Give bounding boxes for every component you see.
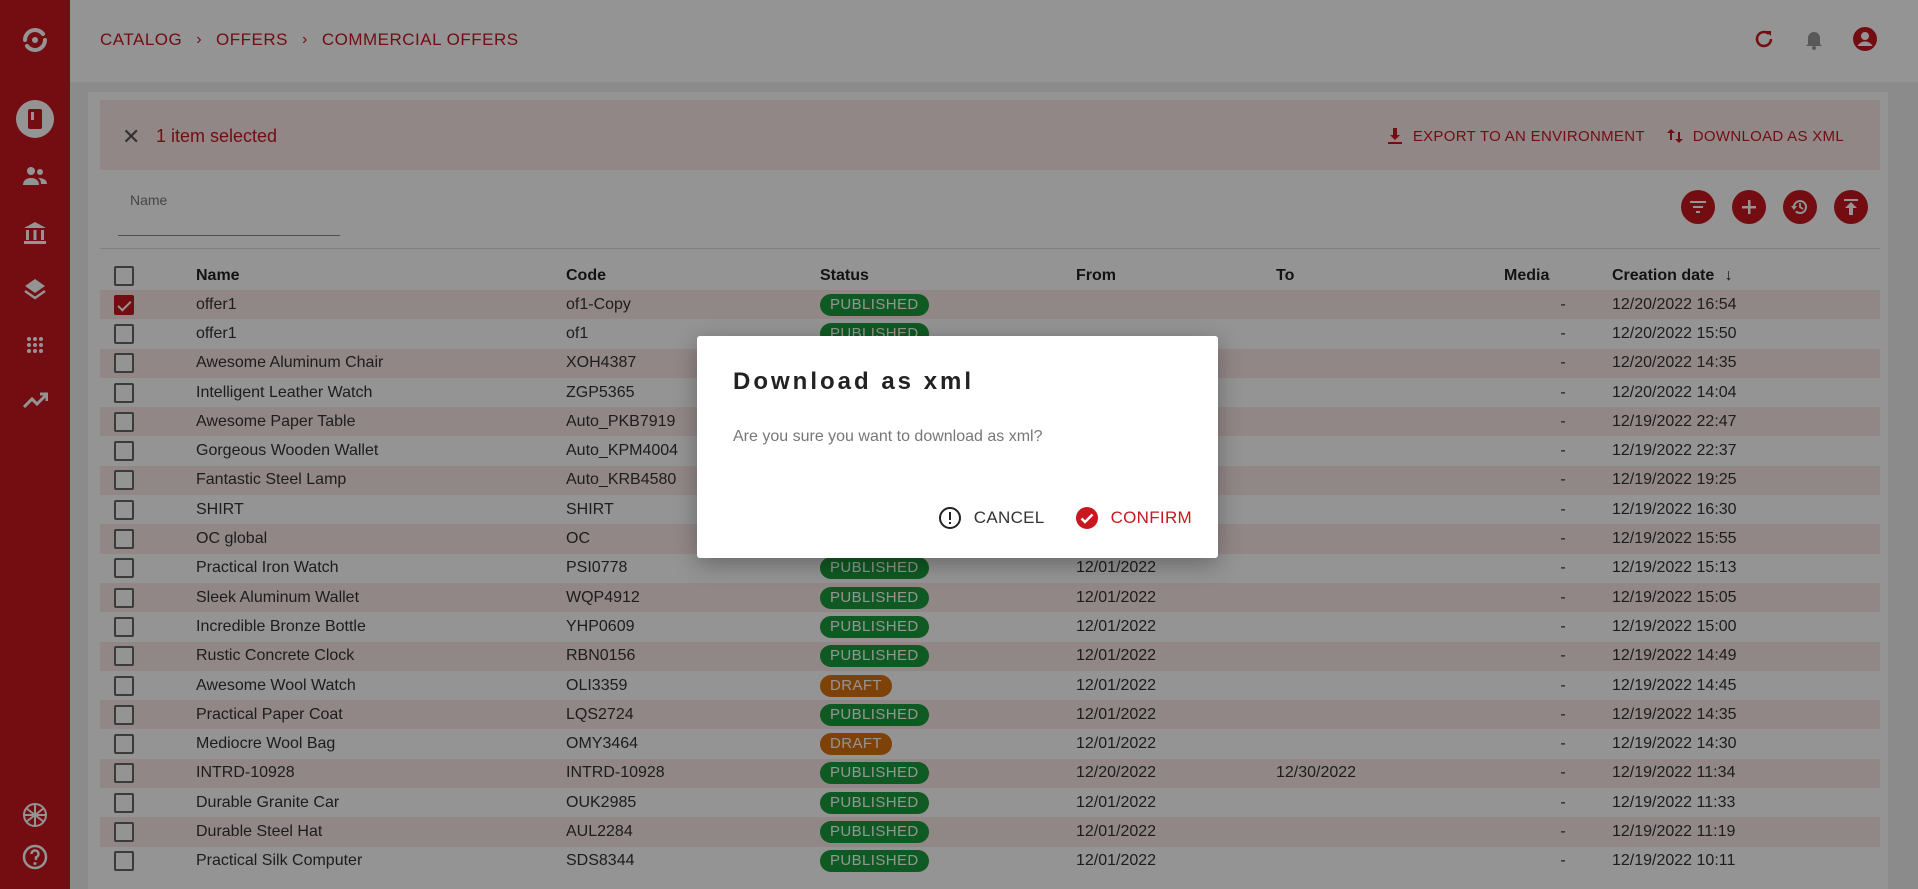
download-xml-dialog: Download as xml Are you sure you want to… <box>697 336 1218 558</box>
check-circle-icon <box>1075 507 1098 529</box>
confirm-button[interactable]: CONFIRM <box>1075 506 1192 530</box>
dialog-message: Are you sure you want to download as xml… <box>733 428 1043 445</box>
alert-circle-icon <box>938 507 961 529</box>
cancel-label: CANCEL <box>973 508 1045 527</box>
confirm-label: CONFIRM <box>1110 508 1192 527</box>
dialog-title: Download as xml <box>733 368 975 395</box>
cancel-button[interactable]: CANCEL <box>938 506 1045 530</box>
